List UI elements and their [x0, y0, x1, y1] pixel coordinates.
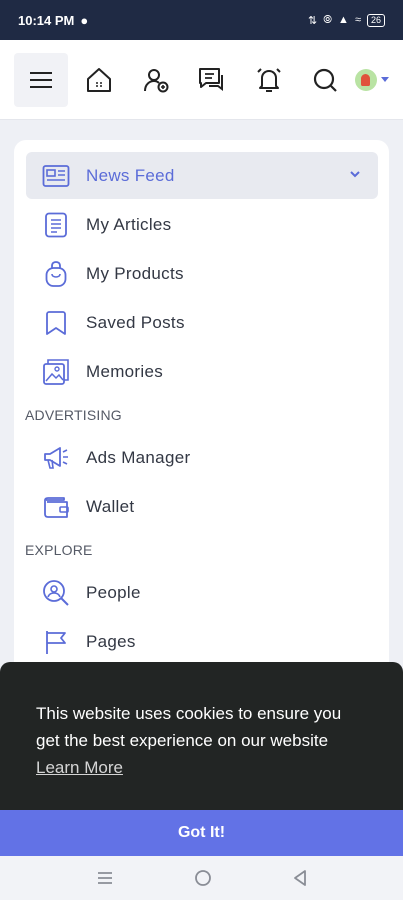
- notifications-icon: [257, 67, 281, 92]
- got-it-button[interactable]: Got It!: [0, 810, 403, 856]
- status-bar: 10:14 PM ● ⇅ ⦾ ▲ ≈ 26: [0, 0, 403, 40]
- status-time: 10:14 PM: [18, 12, 75, 28]
- chevron-down-icon: [350, 171, 360, 178]
- add-user-icon: [143, 68, 169, 92]
- cookie-banner: This website uses cookies to ensure you …: [0, 662, 403, 810]
- products-icon: [42, 260, 70, 288]
- sidebar-menu: News Feed My Articles My Products Saved …: [14, 140, 389, 700]
- memories-icon: [42, 358, 70, 386]
- section-heading-explore: EXPLORE: [25, 542, 93, 558]
- messages-icon: [199, 67, 224, 91]
- system-nav-bar: [0, 856, 403, 900]
- sidebar-item-my-products[interactable]: My Products: [26, 250, 378, 297]
- cookie-message: This website uses cookies to ensure you …: [36, 704, 342, 750]
- sidebar-item-label: Saved Posts: [86, 312, 185, 332]
- notification-icon: ●: [80, 12, 89, 28]
- avatar: [354, 68, 377, 91]
- sidebar-item-my-articles[interactable]: My Articles: [26, 201, 378, 248]
- signal-icon: ▲: [338, 14, 349, 26]
- learn-more-link[interactable]: Learn More: [36, 758, 123, 778]
- sidebar-item-saved-posts[interactable]: Saved Posts: [26, 299, 378, 346]
- home-button[interactable]: [72, 53, 126, 107]
- sidebar-item-label: News Feed: [86, 165, 175, 185]
- top-nav: [0, 40, 403, 120]
- sidebar-item-people[interactable]: People: [26, 569, 378, 616]
- sidebar-item-label: Pages: [86, 631, 136, 651]
- people-search-icon: [42, 579, 70, 607]
- sidebar-item-label: Memories: [86, 361, 164, 381]
- sidebar-item-label: Ads Manager: [86, 447, 191, 467]
- friend-requests-button[interactable]: [129, 53, 183, 107]
- sidebar-item-pages[interactable]: Pages: [26, 618, 378, 665]
- sidebar-item-memories[interactable]: Memories: [26, 348, 378, 395]
- messages-button[interactable]: [185, 53, 239, 107]
- recent-apps-icon[interactable]: [96, 870, 114, 886]
- menu-button[interactable]: [14, 52, 68, 107]
- data-icon: ⇅: [308, 14, 318, 27]
- sidebar-item-label: People: [86, 582, 141, 602]
- bookmark-icon: [42, 309, 70, 337]
- menu-icon: [30, 71, 52, 88]
- sidebar-item-ads-manager[interactable]: Ads Manager: [26, 434, 378, 481]
- battery-icon: 26: [366, 13, 385, 27]
- sidebar-item-label: Wallet: [86, 496, 135, 516]
- megaphone-icon: [42, 444, 70, 472]
- sidebar-item-label: My Articles: [86, 214, 172, 234]
- home-nav-icon[interactable]: [194, 869, 212, 887]
- profile-menu-button[interactable]: [354, 68, 389, 91]
- sidebar-item-wallet[interactable]: Wallet: [26, 483, 378, 530]
- notifications-button[interactable]: [242, 53, 296, 107]
- search-button[interactable]: [298, 53, 352, 107]
- news-feed-icon: [42, 162, 70, 190]
- wifi-icon: ≈: [354, 14, 361, 26]
- sidebar-item-label: My Products: [86, 263, 184, 283]
- section-heading-advertising: ADVERTISING: [25, 407, 122, 423]
- back-icon[interactable]: [292, 869, 308, 887]
- articles-icon: [42, 211, 70, 239]
- wallet-icon: [42, 493, 70, 521]
- sidebar-item-news-feed[interactable]: News Feed: [26, 152, 378, 199]
- search-icon: [314, 68, 338, 92]
- flag-icon: [42, 628, 70, 656]
- hotspot-icon: ⦾: [323, 13, 333, 26]
- chevron-down-icon: [380, 77, 389, 82]
- home-icon: [87, 67, 111, 92]
